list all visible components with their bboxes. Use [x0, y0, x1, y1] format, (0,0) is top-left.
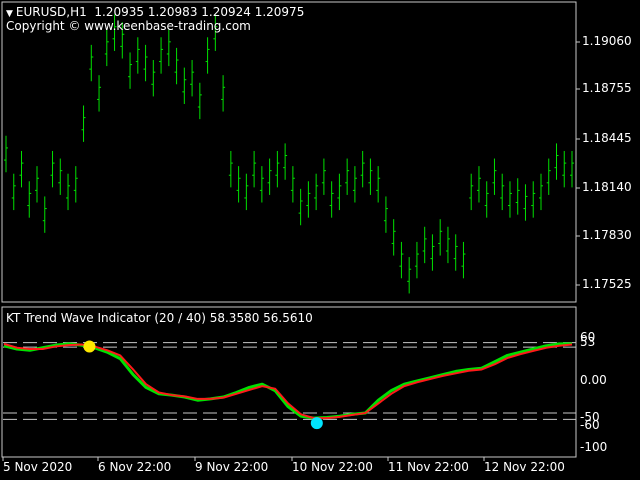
sell-signal-dot [83, 340, 96, 353]
price-panel-border [1, 1, 577, 303]
wave-fast-line [3, 342, 572, 420]
price-axis-ticks [576, 41, 580, 286]
indicator-axis-label: -100 [580, 440, 608, 454]
price-axis-label: 1.17830 [582, 228, 632, 242]
ohlc-values: 1.20935 1.20983 1.20924 1.20975 [94, 5, 305, 19]
copyright-text: Copyright © www.keenbase-trading.com [6, 19, 251, 33]
signal-dots [83, 340, 323, 430]
time-axis-label: 6 Nov 22:00 [98, 460, 172, 474]
indicator-panel-border [1, 306, 577, 458]
time-axis-label: 10 Nov 22:00 [292, 460, 373, 474]
indicator-axis-label: 0.00 [580, 373, 607, 387]
indicator-axis-label: 53 [580, 335, 596, 349]
wave-lines [3, 342, 573, 420]
time-axis-label: 11 Nov 22:00 [388, 460, 469, 474]
time-axis-label: 5 Nov 2020 [3, 460, 73, 474]
indicator-title: KT Trend Wave Indicator (20 / 40) 58.358… [6, 311, 313, 325]
symbol-label: EURUSD,H1 [15, 5, 87, 19]
price-axis-label: 1.19060 [582, 34, 632, 48]
time-axis-label: 9 Nov 22:00 [195, 460, 269, 474]
price-axis-label: 1.18140 [582, 180, 632, 194]
indicator-axis-label: -60 [580, 418, 600, 432]
trading-chart[interactable] [0, 0, 640, 480]
buy-signal-dot [310, 417, 323, 430]
price-bars [4, 14, 574, 294]
price-axis-label: 1.17525 [582, 277, 632, 291]
price-axis-label: 1.18445 [582, 131, 632, 145]
price-axis-label: 1.18755 [582, 81, 632, 95]
time-axis-label: 12 Nov 22:00 [484, 460, 565, 474]
